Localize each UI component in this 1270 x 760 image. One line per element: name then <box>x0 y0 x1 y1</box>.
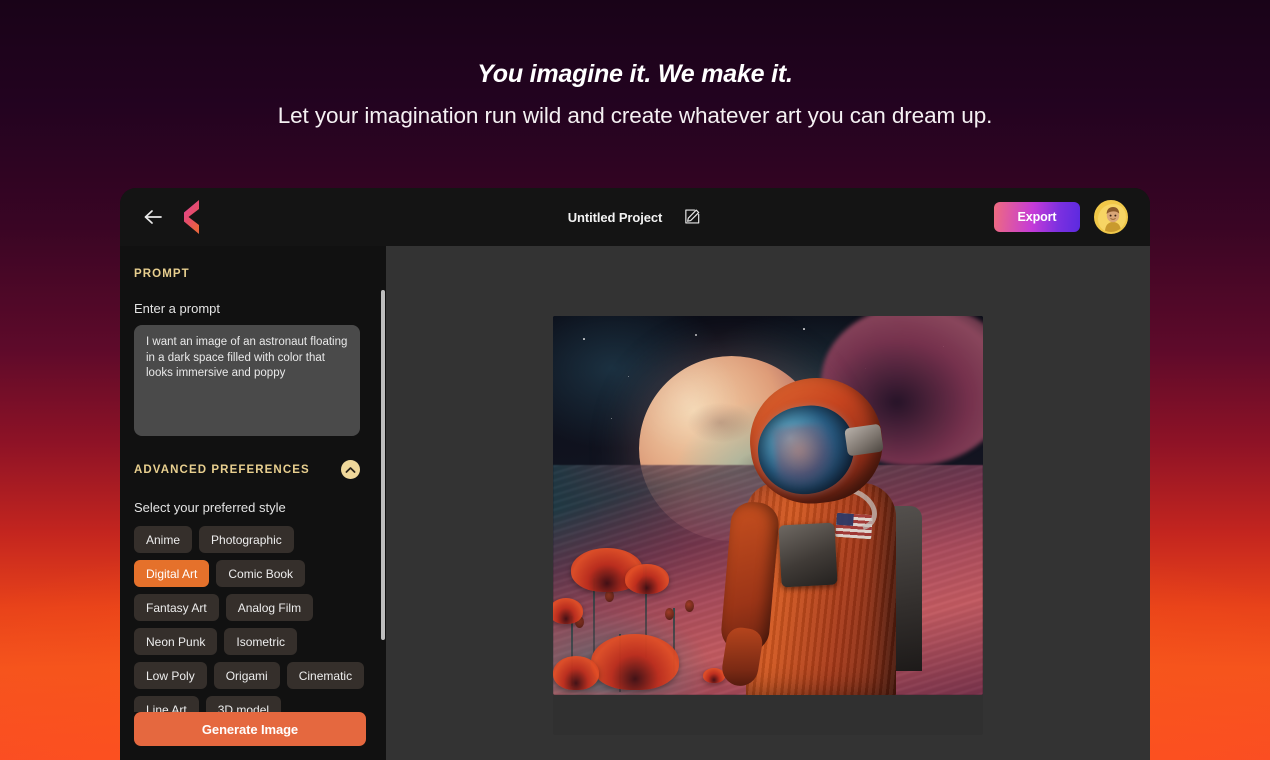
advanced-preferences-collapse-button[interactable] <box>341 460 360 479</box>
prompt-field-label: Enter a prompt <box>134 301 220 316</box>
back-button[interactable] <box>140 204 166 230</box>
prompt-input[interactable] <box>134 325 360 436</box>
hero-subtitle: Let your imagination run wild and create… <box>277 102 993 128</box>
advanced-preferences-label: ADVANCED PREFERENCES <box>134 463 310 476</box>
edit-title-button[interactable] <box>684 208 702 226</box>
prompt-section-label: PROMPT <box>134 268 190 280</box>
astronaut-helmet-module <box>844 423 884 457</box>
advanced-preferences-header: ADVANCED PREFERENCES <box>134 460 360 479</box>
sidebar-scroll-area: PROMPT Enter a prompt ADVANCED PREFERENC… <box>120 246 386 712</box>
project-title-group: Untitled Project <box>568 208 702 226</box>
hero-title: You imagine it. We make it. <box>477 59 793 88</box>
style-chip-neon-punk[interactable]: Neon Punk <box>134 628 218 655</box>
edit-pencil-square-icon <box>685 209 700 224</box>
image-astronaut <box>719 371 943 695</box>
sidebar: PROMPT Enter a prompt ADVANCED PREFERENC… <box>120 246 386 760</box>
sidebar-scrollbar[interactable] <box>381 290 385 640</box>
export-button[interactable]: Export <box>994 202 1080 232</box>
generated-image[interactable] <box>553 316 983 695</box>
brand-logo[interactable] <box>178 199 206 235</box>
style-chip-low-poly[interactable]: Low Poly <box>134 662 207 689</box>
result-card <box>553 316 983 735</box>
style-field-label: Select your preferred style <box>134 500 286 515</box>
result-card-footer <box>553 695 983 735</box>
hero-banner: You imagine it. We make it. Let your ima… <box>0 0 1270 188</box>
topbar-actions: Export <box>994 200 1128 234</box>
style-chip-isometric[interactable]: Isometric <box>224 628 298 655</box>
user-avatar-icon <box>1096 202 1126 232</box>
style-chip-digital-art[interactable]: Digital Art <box>134 560 210 587</box>
page-title: Untitled Project <box>567 209 663 225</box>
style-chip-cinematic[interactable]: Cinematic <box>286 662 365 689</box>
style-chip-anime[interactable]: Anime <box>134 526 193 553</box>
style-chip-line-art[interactable]: Line Art <box>134 696 199 712</box>
astronaut-chest-pack <box>778 522 838 588</box>
chevron-up-icon <box>345 466 356 473</box>
style-chip-origami[interactable]: Origami <box>213 662 280 689</box>
brand-logo-icon <box>184 200 199 234</box>
app-body: PROMPT Enter a prompt ADVANCED PREFERENC… <box>120 246 1150 760</box>
style-chip-3d-model[interactable]: 3D model <box>205 696 282 712</box>
style-chip-list: Anime Photographic Digital Art Comic Boo… <box>134 526 366 712</box>
canvas-area <box>386 246 1150 760</box>
app-window: Untitled Project Export PROMPT Enter a p… <box>120 188 1150 760</box>
style-chip-photographic[interactable]: Photographic <box>199 526 294 553</box>
avatar[interactable] <box>1094 200 1128 234</box>
style-chip-analog-film[interactable]: Analog Film <box>225 594 314 621</box>
generate-image-button[interactable]: Generate Image <box>134 712 366 746</box>
arrow-left-icon <box>144 210 162 224</box>
sidebar-footer: Generate Image <box>120 712 386 760</box>
style-chip-fantasy-art[interactable]: Fantasy Art <box>134 594 219 621</box>
style-chip-comic-book[interactable]: Comic Book <box>216 560 306 587</box>
top-bar: Untitled Project Export <box>120 188 1150 246</box>
